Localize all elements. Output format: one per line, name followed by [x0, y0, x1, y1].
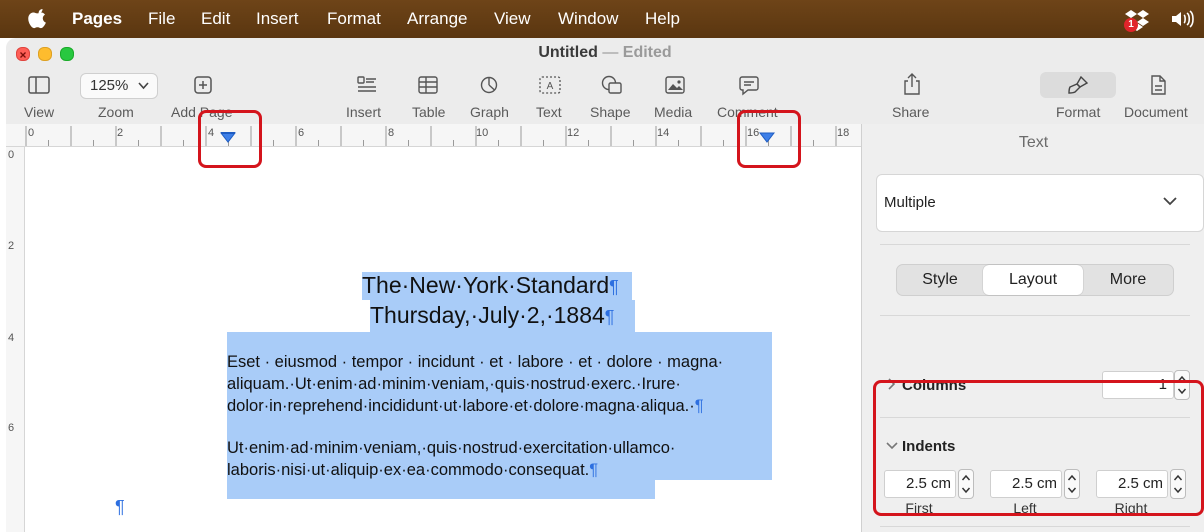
comment-icon[interactable]: [739, 76, 759, 96]
date-text: Thursday,·July·2,·1884: [370, 302, 605, 328]
view-label: View: [24, 104, 55, 120]
window-title: Untitled — Edited: [6, 44, 1204, 62]
ruler-number: 0: [8, 149, 15, 161]
insert-icon[interactable]: [357, 76, 377, 94]
menu-arrange[interactable]: Arrange: [407, 9, 467, 29]
sidebar-title: Text: [1018, 134, 1049, 151]
annotation-right-indent-marker: [737, 110, 801, 168]
document-label: Document: [1124, 104, 1188, 120]
title-separator: —: [602, 44, 619, 61]
menu-edit[interactable]: Edit: [201, 9, 230, 29]
zoom-label: Zoom: [98, 104, 134, 120]
graph-icon[interactable]: [480, 76, 498, 94]
menu-view[interactable]: View: [494, 9, 531, 29]
text-line: Ut·enim·ad·minim·veniam,·quis·nostrud·ex…: [227, 439, 676, 457]
paragraph-1[interactable]: Eset · eiusmod · tempor · incidunt · et …: [227, 351, 723, 417]
text-box-icon[interactable]: A: [539, 76, 561, 94]
annotation-indents-panel: [873, 380, 1204, 516]
chevron-down-icon: [138, 82, 149, 90]
text-line: Eset · eiusmod · tempor · incidunt · et …: [227, 353, 724, 371]
selection-highlight-tail: [227, 480, 655, 499]
volume-icon[interactable]: [1170, 9, 1194, 29]
divider: [880, 315, 1190, 316]
text-line: dolor·in·reprehend·incididunt·ut·labore·…: [227, 397, 695, 415]
notification-badge: 1: [1124, 18, 1138, 32]
ruler-number: 2: [8, 240, 15, 252]
divider: [880, 244, 1190, 245]
chevron-down-icon: [1163, 197, 1177, 206]
svg-text:A: A: [547, 81, 554, 92]
document-heading-line1[interactable]: The·New·York·Standard¶: [362, 272, 632, 300]
menu-window[interactable]: Window: [558, 9, 618, 29]
media-label: Media: [654, 104, 693, 120]
menu-format[interactable]: Format: [327, 9, 381, 29]
share-icon[interactable]: [903, 73, 921, 95]
insert-label: Insert: [346, 104, 382, 120]
pilcrow: ¶: [694, 397, 704, 415]
document-canvas[interactable]: The·New·York·Standard¶ Thursday,·July·2,…: [25, 147, 861, 532]
vertical-ruler: 0 2 4 6: [6, 147, 25, 532]
shape-label: Shape: [590, 104, 631, 120]
pilcrow: ¶: [604, 307, 615, 327]
table-label: Table: [412, 104, 446, 120]
ruler-ticks: [25, 126, 837, 146]
graph-label: Graph: [470, 104, 509, 120]
tab-style[interactable]: Style: [897, 265, 983, 295]
document-icon[interactable]: [1150, 75, 1166, 95]
view-icon[interactable]: [28, 76, 50, 94]
zoom-dropdown[interactable]: 125%: [80, 73, 158, 99]
text-label: Text: [536, 104, 562, 120]
tab-layout[interactable]: Layout: [983, 265, 1083, 295]
annotation-left-indent-marker: [198, 110, 262, 168]
document-heading-line2[interactable]: Thursday,·July·2,·1884¶: [370, 300, 635, 334]
share-label: Share: [892, 104, 930, 120]
ruler-number: 4: [8, 332, 15, 344]
format-label: Format: [1056, 104, 1101, 120]
paragraph-2[interactable]: Ut·enim·ad·minim·veniam,·quis·nostrud·ex…: [227, 437, 675, 481]
format-button[interactable]: [1040, 72, 1116, 98]
add-page-icon[interactable]: [194, 76, 212, 94]
zoom-value: 125%: [90, 77, 129, 94]
ruler-number: 6: [8, 422, 15, 434]
pilcrow: ¶: [589, 461, 599, 479]
apple-icon[interactable]: [28, 7, 46, 29]
paragraph-style-value: Multiple: [884, 194, 936, 211]
text-line: aliquam.·Ut·enim·ad·minim·veniam,·quis·n…: [227, 375, 681, 393]
divider: [880, 526, 1190, 527]
horizontal-ruler[interactable]: 0 2 4 6 8 10 12 14 16 18: [6, 124, 861, 147]
empty-paragraph-pilcrow[interactable]: ¶: [115, 497, 125, 518]
media-icon[interactable]: [665, 76, 685, 94]
paragraph-style-select[interactable]: Multiple: [876, 174, 1204, 232]
shape-icon[interactable]: [601, 75, 623, 95]
document-name: Untitled: [538, 44, 598, 61]
tab-more[interactable]: More: [1083, 265, 1173, 295]
heading-text: The·New·York·Standard: [362, 272, 610, 298]
edited-status: Edited: [622, 44, 672, 61]
menu-file[interactable]: File: [148, 9, 175, 29]
paintbrush-icon: [1068, 76, 1088, 94]
menu-app-name[interactable]: Pages: [72, 9, 122, 29]
table-icon[interactable]: [418, 76, 438, 94]
pilcrow: ¶: [609, 277, 619, 297]
menu-insert[interactable]: Insert: [256, 9, 299, 29]
menu-bar: Pages File Edit Insert Format Arrange Vi…: [0, 0, 1204, 38]
text-tab-segment: Style Layout More: [896, 264, 1174, 296]
menu-help[interactable]: Help: [645, 9, 680, 29]
text-line: laboris·nisi·ut·aliquip·ex·ea·commodo·co…: [227, 461, 590, 479]
